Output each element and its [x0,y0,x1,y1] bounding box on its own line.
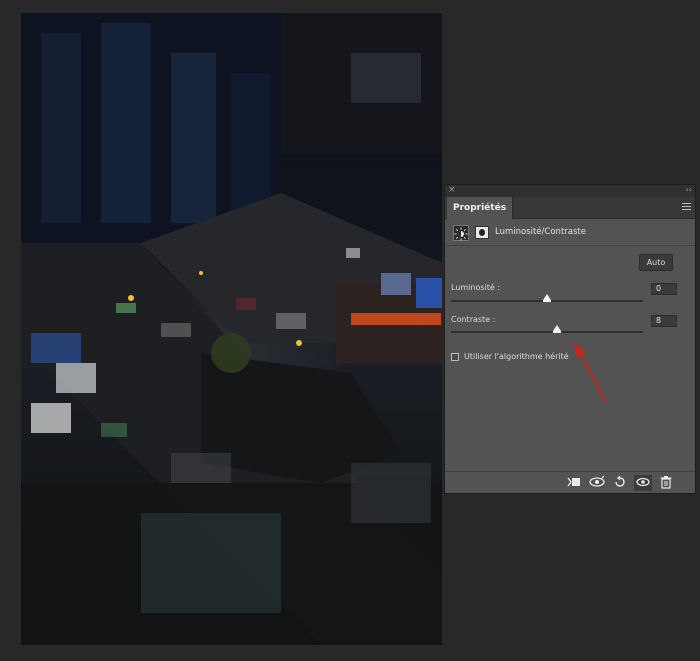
tab-properties[interactable]: Propriétés [447,197,514,219]
brightness-slider-thumb[interactable] [543,294,551,302]
properties-panel: × ‹‹ Propriétés Luminosité/Contraste Aut… [444,184,696,494]
contrast-label: Contraste : [451,315,496,324]
contrast-slider-track[interactable] [451,325,643,333]
photo-scene [21,13,442,645]
brightness-contrast-icon[interactable] [453,225,469,241]
panel-menu-icon[interactable] [682,203,691,212]
panel-tab-bar: Propriétés [445,197,695,219]
layer-mask-icon[interactable] [475,226,489,239]
annotation-arrow-icon [574,342,607,403]
adjustment-title: Luminosité/Contraste [495,227,586,237]
panel-footer [445,471,695,493]
reset-icon[interactable] [611,475,629,491]
brightness-value-field[interactable]: 0 [651,283,677,295]
view-previous-state-icon[interactable] [588,475,606,491]
legacy-algorithm-checkbox[interactable] [451,353,459,361]
auto-button[interactable]: Auto [639,254,673,271]
visibility-eye-icon[interactable] [634,475,652,491]
trash-icon[interactable] [657,475,675,491]
brightness-label: Luminosité : [451,283,501,292]
panel-title-bar: × ‹‹ [445,185,695,197]
clip-to-layer-icon[interactable] [565,475,583,491]
canvas-photo [21,13,442,645]
close-panel-icon[interactable]: × [448,184,456,196]
contrast-slider-thumb[interactable] [552,325,561,333]
adjustment-header: Luminosité/Contraste [445,220,695,246]
contrast-value-field[interactable]: 8 [651,315,677,327]
brightness-slider-track[interactable] [451,294,643,302]
empty-workspace [444,495,696,661]
collapse-panel-icon[interactable]: ‹‹ [686,184,692,196]
legacy-algorithm-label: Utiliser l'algorithme hérité [464,352,569,361]
